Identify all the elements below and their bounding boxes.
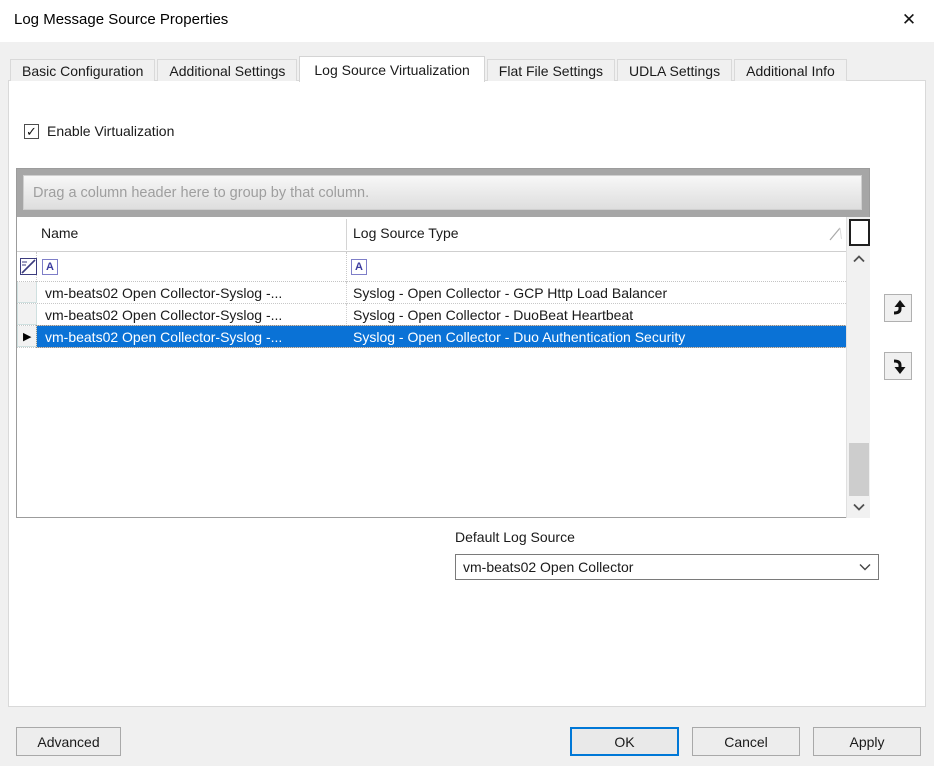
arrow-up-icon [889,299,907,317]
move-up-button[interactable] [884,294,912,322]
enable-virtualization-row: ✓ Enable Virtualization [24,123,174,139]
current-row-pointer-icon: ▶ [23,330,31,343]
cell-log-source-type: Syslog - Open Collector - Duo Authentica… [353,329,841,345]
dropdown-selected-value: vm-beats02 Open Collector [463,559,852,575]
scrollbar-down-icon[interactable] [847,496,871,518]
tab-strip: Basic Configuration Additional Settings … [10,55,849,81]
move-down-button[interactable] [884,352,912,380]
window-title: Log Message Source Properties [14,11,228,28]
column-header-name[interactable]: Name [41,225,78,241]
table-row[interactable]: vm-beats02 Open Collector-Syslog -... Sy… [17,282,846,304]
cell-log-source-type: Syslog - Open Collector - GCP Http Load … [353,285,841,301]
grid-vertical-scrollbar[interactable] [846,217,870,518]
row-indicator-cell [17,304,37,325]
scroll-corner-box[interactable] [849,219,870,246]
table-row[interactable]: vm-beats02 Open Collector-Syslog -... Sy… [17,304,846,326]
sort-ascending-icon [829,227,843,241]
filter-column-separator [346,252,347,282]
edit-filter-icon[interactable] [20,258,37,275]
tab-log-source-virtualization[interactable]: Log Source Virtualization [299,56,484,82]
tab-additional-info[interactable]: Additional Info [734,59,847,81]
enable-virtualization-label: Enable Virtualization [47,123,174,139]
tab-flat-file-settings[interactable]: Flat File Settings [487,59,615,81]
default-log-source-dropdown[interactable]: vm-beats02 Open Collector [455,554,879,580]
advanced-button[interactable]: Advanced [16,727,121,756]
table-row-selected[interactable]: ▶ vm-beats02 Open Collector-Syslog -... … [17,326,846,348]
group-by-band[interactable]: Drag a column header here to group by th… [17,169,869,217]
column-header-log-source-type[interactable]: Log Source Type [353,225,459,241]
apply-button[interactable]: Apply [813,727,921,756]
column-separator[interactable] [346,219,347,250]
title-bar: Log Message Source Properties ✕ [0,0,934,42]
cell-name: vm-beats02 Open Collector-Syslog -... [45,307,341,323]
grid-header-row: Name Log Source Type [17,217,846,252]
cell-log-source-type: Syslog - Open Collector - DuoBeat Heartb… [353,307,841,323]
checkmark-icon: ✓ [26,125,37,138]
group-by-hint: Drag a column header here to group by th… [23,175,862,210]
close-icon[interactable]: ✕ [892,4,926,36]
default-log-source-label: Default Log Source [455,529,575,545]
scrollbar-up-icon[interactable] [847,248,871,270]
scrollbar-thumb[interactable] [849,443,869,496]
tab-udla-settings[interactable]: UDLA Settings [617,59,732,81]
arrow-down-icon [889,357,907,375]
type-filter-type-icon[interactable]: A [351,259,367,275]
name-filter-type-icon[interactable]: A [42,259,58,275]
cancel-button[interactable]: Cancel [692,727,800,756]
ok-button[interactable]: OK [570,727,679,756]
chevron-down-icon [852,563,878,571]
grid-filter-row: A A [17,252,846,282]
enable-virtualization-checkbox[interactable]: ✓ [24,124,39,139]
row-indicator-cell: ▶ [17,326,37,347]
row-indicator-cell [17,282,37,303]
log-message-source-properties-dialog: Log Message Source Properties ✕ Basic Co… [0,0,934,766]
tab-additional-settings[interactable]: Additional Settings [157,59,297,81]
tab-basic-configuration[interactable]: Basic Configuration [10,59,155,81]
cell-name: vm-beats02 Open Collector-Syslog -... [45,285,341,301]
virtual-log-sources-grid: Drag a column header here to group by th… [16,168,870,518]
cell-name: vm-beats02 Open Collector-Syslog -... [45,329,341,345]
